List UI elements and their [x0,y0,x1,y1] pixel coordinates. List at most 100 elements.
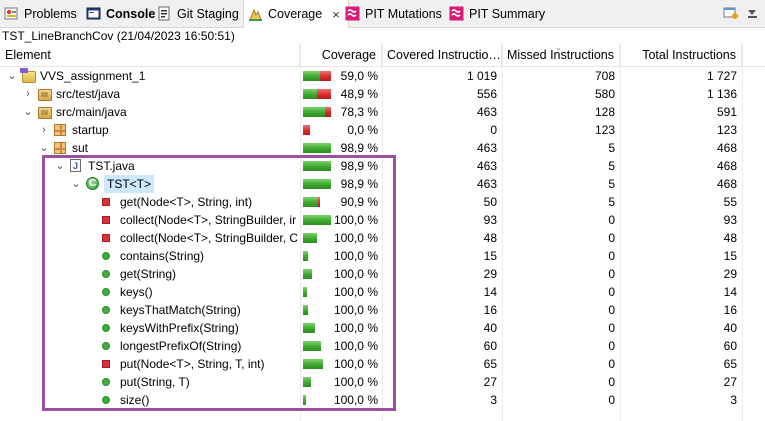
table-row[interactable]: size() 100,0 % 3 0 3 [0,391,765,409]
table-row[interactable]: collect(Node<T>, StringBuilder, C 100,0 %… [0,229,765,247]
table-row[interactable]: ⌄ src/main/java 78,3 % 463 128 591 [0,103,765,121]
total-instructions-cell: 1 136 [706,87,737,101]
table-row[interactable]: › startup 0,0 % 0 123 123 [0,121,765,139]
column-header-element[interactable]: Element [0,44,300,66]
missed-instructions-cell: 0 [608,357,615,371]
element-label: TST.java [88,159,135,173]
total-instructions-cell: 55 [723,195,737,209]
coverage-bar [303,125,310,135]
table-row[interactable]: ⌄ VVS_assignment_1 59,0 % 1 019 708 1 727 [0,67,765,85]
total-instructions-cell: 60 [723,339,737,353]
covered-bar-segment [303,215,331,225]
total-instructions-cell: 40 [723,321,737,335]
coverage-cell: 100,0 % [300,355,382,373]
missed-instructions-cell: 0 [608,339,615,353]
coverage-bar [303,143,331,153]
table-row[interactable]: get(String) 100,0 % 29 0 29 [0,265,765,283]
table-row[interactable]: longestPrefixOf(String) 100,0 % 60 0 60 [0,337,765,355]
column-header-total-instructions[interactable]: Total Instructions [620,44,742,66]
total-instructions-cell: 14 [723,285,737,299]
table-row[interactable]: ⌄ sut 98,9 % 463 5 468 [0,139,765,157]
covered-bar-segment [303,359,323,369]
covered-instructions-cell: 0 [490,123,497,137]
covered-bar-segment [303,341,321,351]
coverage-cell: 100,0 % [300,247,382,265]
chevron-down-icon[interactable]: ⌄ [38,139,50,157]
covered-bar-segment [303,197,318,207]
covered-instructions-cell: 1 019 [466,69,497,83]
coverage-bar [303,71,331,81]
tab-pit-mutations[interactable]: PIT Mutations [345,0,442,27]
covered-instructions-cell: 463 [476,105,497,119]
tab-label: Git Staging [177,6,239,21]
element-cell: ⌄ sut [0,139,300,157]
element-label: contains(String) [120,249,205,263]
table-row[interactable]: ⌄ TST<T> 98,9 % 463 5 468 [0,175,765,193]
coverage-cell: 98,9 % [300,175,382,193]
coverage-percent: 100,0 % [333,285,378,299]
covered-bar-segment [303,251,308,261]
covered-instructions-cell: 556 [476,87,497,101]
tab-console[interactable]: Console [86,0,155,27]
chevron-down-icon[interactable]: ⌄ [22,103,34,121]
element-label: get(String) [120,267,177,281]
coverage-percent: 100,0 % [333,231,378,245]
element-cell: size() [0,391,300,409]
missed-instructions-cell: 5 [608,141,615,155]
tab-pit-summary[interactable]: PIT Summary [449,0,545,27]
public-method-icon [102,288,110,296]
missed-instructions-cell: 708 [594,69,615,83]
tab-git-staging[interactable]: Git Staging [157,0,239,27]
coverage-cell: 98,9 % [300,157,382,175]
missed-instructions-cell: 0 [608,393,615,407]
table-row[interactable]: collect(Node<T>, StringBuilder, ir 100,0 … [0,211,765,229]
covered-instructions-cell: 40 [483,321,497,335]
element-label: size() [120,393,150,407]
chevron-down-icon[interactable]: ⌄ [6,67,18,85]
element-label: keys() [120,285,153,299]
element-label: src/main/java [56,105,127,119]
close-icon[interactable]: × [332,7,340,22]
element-label: put(Node<T>, String, T, int) [120,357,265,371]
covered-bar-segment [303,107,325,117]
coverage-bar [303,179,331,189]
console-icon [86,6,101,21]
missed-instructions-cell: 0 [608,375,615,389]
coverage-cell: 100,0 % [300,373,382,391]
sort-indicator-icon: ⌄ [555,43,562,52]
table-row[interactable]: keysThatMatch(String) 100,0 % 16 0 16 [0,301,765,319]
table-row[interactable]: contains(String) 100,0 % 15 0 15 [0,247,765,265]
missed-instructions-cell: 0 [608,321,615,335]
tab-coverage[interactable]: Coverage × [243,0,349,28]
covered-bar-segment [303,71,320,81]
covered-instructions-cell: 14 [483,285,497,299]
table-row[interactable]: get(Node<T>, String, int) 90,9 % 50 5 55 [0,193,765,211]
tab-label: PIT Summary [469,6,546,21]
element-cell: put(String, T) [0,373,300,391]
tab-problems[interactable]: Problems [4,0,77,27]
missed-bar-segment [325,107,331,117]
public-method-icon [102,324,110,332]
column-header-coverage[interactable]: Coverage [300,44,382,66]
element-cell: contains(String) [0,247,300,265]
coverage-percent: 100,0 % [333,357,378,371]
table-row[interactable]: put(Node<T>, String, T, int) 100,0 % 65 0 65 [0,355,765,373]
chevron-down-icon[interactable]: ⌄ [54,157,66,175]
pit-icon [345,6,360,21]
table-row[interactable]: keysWithPrefix(String) 100,0 % 40 0 40 [0,319,765,337]
coverage-cell: 100,0 % [300,337,382,355]
column-header-covered-instructions[interactable]: Covered Instructio… [382,44,502,66]
covered-instructions-cell: 29 [483,267,497,281]
table-row[interactable]: put(String, T) 100,0 % 27 0 27 [0,373,765,391]
chevron-right-icon[interactable]: › [22,85,34,103]
view-menu-button[interactable] [744,5,762,21]
view-toolbar-button[interactable] [722,5,740,21]
chevron-down-icon[interactable]: ⌄ [70,175,82,193]
covered-instructions-cell: 27 [483,375,497,389]
coverage-percent: 0,0 % [347,123,378,137]
table-row[interactable]: ⌄ TST.java 98,9 % 463 5 468 [0,157,765,175]
chevron-right-icon[interactable]: › [38,121,50,139]
table-row[interactable]: keys() 100,0 % 14 0 14 [0,283,765,301]
coverage-bar [303,233,317,243]
table-row[interactable]: › src/test/java 48,9 % 556 580 1 136 [0,85,765,103]
